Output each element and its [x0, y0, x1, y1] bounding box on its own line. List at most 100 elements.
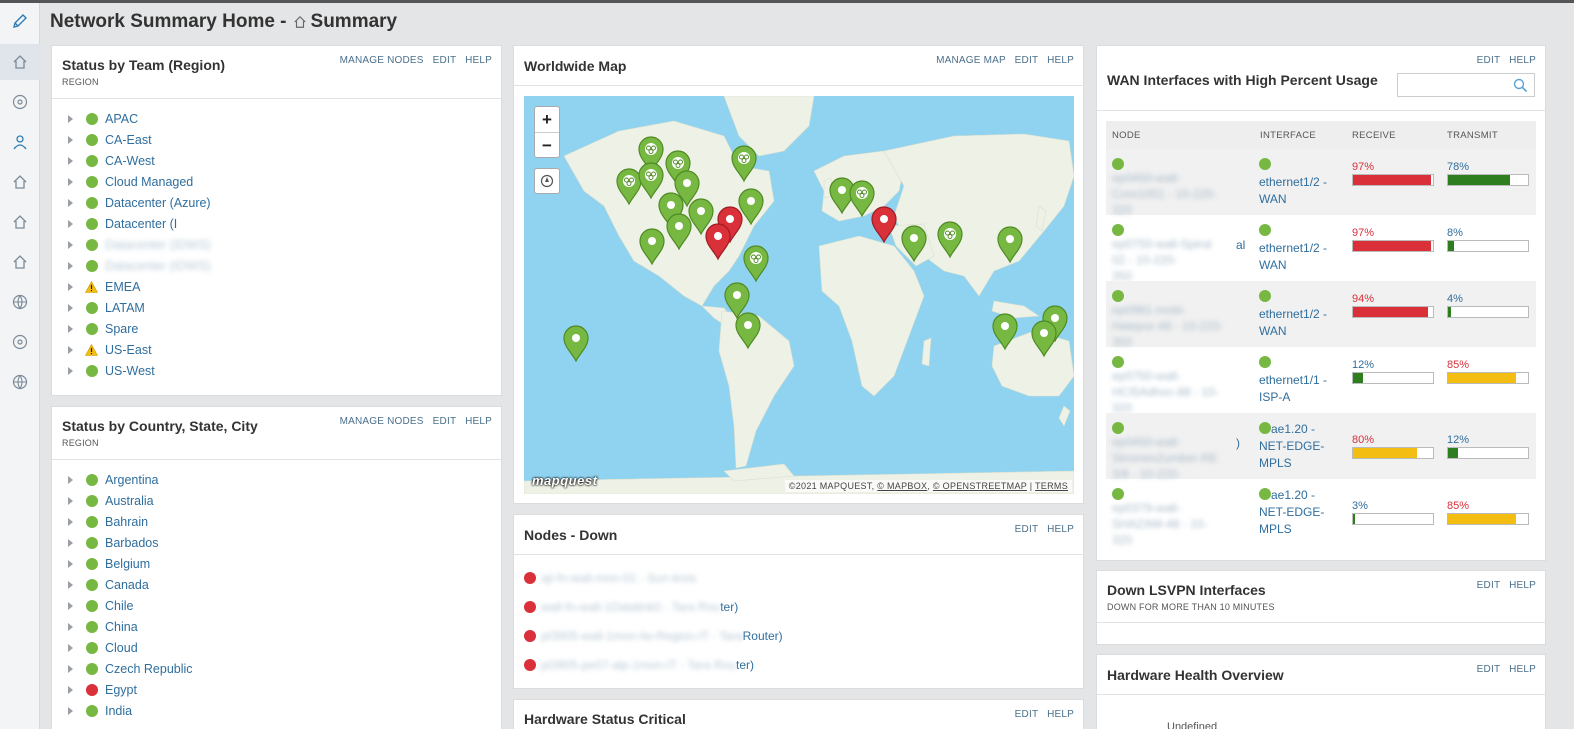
table-row[interactable]: ep0379-wall- SHAZAM-48 - 10- 320 ae1.20 - NE… [1106, 479, 1536, 547]
node-cell[interactable]: ep0750-wall-Spiral 02 - 10-220- 350 [1112, 222, 1252, 284]
interface-cell[interactable]: ae1.20 - NET-EDGE- MPLS [1259, 421, 1339, 472]
help-link[interactable]: HELP [465, 416, 492, 427]
tree-item-label[interactable]: Cloud [105, 641, 138, 655]
tree-item-label[interactable]: Argentina [105, 473, 159, 487]
tree-item-label[interactable]: Cloud Managed [105, 175, 193, 189]
node-name-line[interactable]: HCI5Adhoc-88 - 10- [1112, 384, 1252, 400]
interface-cell[interactable]: ethernet1/2 - WAN [1259, 157, 1339, 208]
col-interface[interactable]: INTERFACE [1260, 130, 1316, 141]
tree-item[interactable]: Datacenter (IDWS) [52, 235, 501, 256]
tree-item[interactable]: Argentina [52, 470, 501, 491]
tree-item-label[interactable]: Datacenter (Azure) [105, 196, 211, 210]
tree-item[interactable]: Czech Republic [52, 659, 501, 680]
tree-item[interactable]: Belgium [52, 554, 501, 575]
list-item[interactable]: pt3905-pe07-alp-1mon-IT - Tara Rou ter) [524, 656, 754, 674]
node-name[interactable]: ter) [720, 600, 738, 614]
expand-caret-icon[interactable] [68, 199, 73, 207]
tree-item-label[interactable]: Datacenter (I [105, 217, 177, 231]
interface-cell[interactable]: ethernet1/2 - WAN [1259, 223, 1339, 274]
interface-line[interactable]: ethernet1/2 - [1259, 307, 1327, 321]
edit-link[interactable]: EDIT [433, 55, 456, 66]
help-link[interactable]: HELP [1509, 664, 1536, 675]
zoom-in-button[interactable]: + [535, 107, 559, 133]
node-name-blurred[interactable]: wall-fn-wall-1Datalink0 - Tara Rou [541, 600, 720, 614]
edit-link[interactable]: EDIT [1015, 709, 1038, 720]
interface-line[interactable]: ISP-A [1259, 390, 1290, 404]
tree-item-label[interactable]: Czech Republic [105, 662, 193, 676]
tree-item-label[interactable]: Belgium [105, 557, 150, 571]
tree-item[interactable]: Spare [52, 319, 501, 340]
edit-link[interactable]: EDIT [1477, 580, 1500, 591]
manage-nodes-link[interactable]: MANAGE NODES [340, 416, 424, 427]
node-name[interactable]: Router) [743, 629, 783, 643]
tree-item[interactable]: Egypt [52, 680, 501, 701]
edit-link[interactable]: EDIT [1015, 524, 1038, 535]
home-icon[interactable] [0, 244, 40, 280]
node-name-line[interactable]: ep0750-wall- [1112, 368, 1252, 384]
interface-line[interactable]: MPLS [1259, 456, 1292, 470]
tree-item-label[interactable]: China [105, 620, 138, 634]
node-cell[interactable]: ep0450-wall- Core1001 - 10-220- 320 [1112, 156, 1252, 218]
tree-item-label[interactable]: APAC [105, 112, 138, 126]
tree-item[interactable]: Bahrain [52, 512, 501, 533]
tree-item[interactable]: EMEA [52, 277, 501, 298]
home-icon[interactable] [0, 204, 40, 240]
interface-line[interactable]: ae1.20 - [1271, 488, 1315, 502]
node-name[interactable]: ter) [736, 658, 754, 672]
openstreetmap-link[interactable]: © OPENSTREETMAP [933, 481, 1027, 491]
tree-item[interactable]: CA-East [52, 130, 501, 151]
tree-item-label[interactable]: US-West [105, 364, 155, 378]
tree-item[interactable]: Barbados [52, 533, 501, 554]
node-name-line[interactable]: ep0450-wall- [1112, 434, 1252, 450]
expand-caret-icon[interactable] [68, 325, 73, 333]
tree-item-label[interactable]: EMEA [105, 280, 140, 294]
expand-caret-icon[interactable] [68, 497, 73, 505]
help-link[interactable]: HELP [1047, 524, 1074, 535]
world-map[interactable]: + − mapquest ©2021 MAPQUEST, © MAPBOX, ©… [523, 95, 1075, 495]
manage-map-link[interactable]: MANAGE MAP [936, 55, 1006, 66]
manage-nodes-link[interactable]: MANAGE NODES [340, 55, 424, 66]
node-name-line[interactable]: Halepor-48 - 10-220- [1112, 318, 1252, 334]
tree-item-label[interactable]: Datacenter (IDWS) [105, 259, 211, 273]
home-icon[interactable] [0, 164, 40, 200]
tree-item-label[interactable]: Chile [105, 599, 134, 613]
expand-caret-icon[interactable] [68, 115, 73, 123]
tree-item-label[interactable]: CA-East [105, 133, 152, 147]
expand-caret-icon[interactable] [68, 602, 73, 610]
node-name-line[interactable]: ep0379-wall- [1112, 500, 1252, 516]
expand-caret-icon[interactable] [68, 241, 73, 249]
node-name-line[interactable]: ep0981-mobi- [1112, 302, 1252, 318]
tree-item-label[interactable]: CA-West [105, 154, 155, 168]
expand-caret-icon[interactable] [68, 283, 73, 291]
tree-item-label[interactable]: Egypt [105, 683, 137, 697]
tree-item-label[interactable]: LATAM [105, 301, 145, 315]
expand-caret-icon[interactable] [68, 220, 73, 228]
tree-item[interactable]: Datacenter (I [52, 214, 501, 235]
interface-cell[interactable]: ethernet1/2 - WAN [1259, 289, 1339, 340]
help-link[interactable]: HELP [1509, 55, 1536, 66]
help-link[interactable]: HELP [1509, 580, 1536, 591]
edit-link[interactable]: EDIT [1477, 664, 1500, 675]
tree-item[interactable]: China [52, 617, 501, 638]
tree-item-label[interactable]: Spare [105, 322, 138, 336]
node-name-line[interactable]: SHAZAM-48 - 10- [1112, 516, 1252, 532]
expand-caret-icon[interactable] [68, 304, 73, 312]
edit-link[interactable]: EDIT [433, 416, 456, 427]
table-row[interactable]: ep0750-wall- HCI5Adhoc-88 - 10- 320 etherne… [1106, 347, 1536, 415]
home-icon[interactable] [0, 44, 40, 80]
interface-line[interactable]: WAN [1259, 258, 1287, 272]
tree-item[interactable]: Datacenter (IDWS) [52, 256, 501, 277]
tree-item-label[interactable]: Datacenter (IDWS) [105, 238, 211, 252]
expand-caret-icon[interactable] [68, 346, 73, 354]
col-node[interactable]: NODE [1112, 130, 1141, 141]
expand-caret-icon[interactable] [68, 644, 73, 652]
expand-caret-icon[interactable] [68, 157, 73, 165]
node-name-blurred[interactable]: pt3905-pe07-alp-1mon-IT - Tara Rou [541, 658, 736, 672]
tree-item[interactable]: CA-West [52, 151, 501, 172]
interface-line[interactable]: NET-EDGE- [1259, 505, 1324, 519]
interface-line[interactable]: ethernet1/1 - [1259, 373, 1327, 387]
tree-item[interactable]: Canada [52, 575, 501, 596]
tree-item-label[interactable]: Barbados [105, 536, 159, 550]
interface-cell[interactable]: ae1.20 - NET-EDGE- MPLS [1259, 487, 1339, 538]
interface-line[interactable]: ae1.20 - [1271, 422, 1315, 436]
